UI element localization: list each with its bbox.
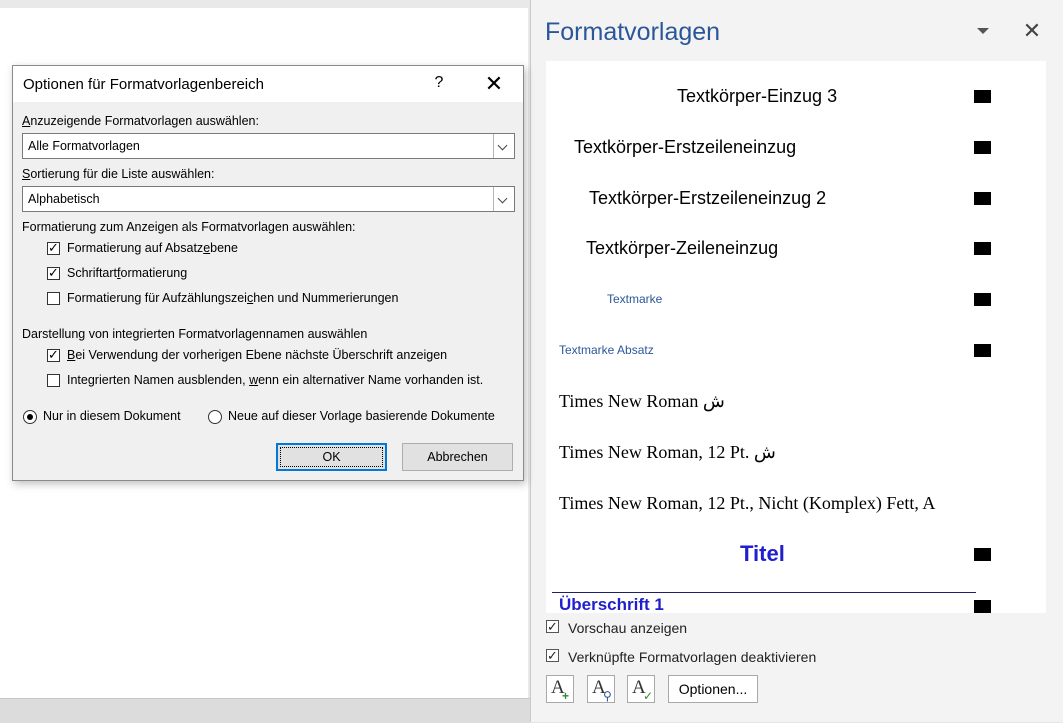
preview-label: Vorschau anzeigen xyxy=(568,620,688,636)
style-item-label: Textmarke Absatz xyxy=(559,343,654,357)
style-item[interactable]: Textkörper-Einzug 3 xyxy=(546,71,1046,121)
new-style-button[interactable]: A + xyxy=(546,675,574,703)
style-inspector-button[interactable]: A ⚲ xyxy=(587,675,615,703)
select-styles-value: Alle Formatvorlagen xyxy=(28,139,140,153)
options-button[interactable]: Optionen... xyxy=(668,675,758,703)
sort-label: Sortierung für die Liste auswählen: xyxy=(22,167,215,181)
paragraph-formatting-label: Formatierung auf Absatzebene xyxy=(67,241,238,255)
sort-dropdown[interactable]: Alphabetisch xyxy=(22,186,515,212)
style-item-label: Times New Roman, 12 Pt., Nicht (Komplex)… xyxy=(559,493,936,513)
style-item-label: Times New Roman, 12 Pt. ش xyxy=(559,442,776,462)
select-styles-dropdown[interactable]: Alle Formatvorlagen xyxy=(22,133,515,159)
style-item-label: Titel xyxy=(740,541,785,566)
status-bar xyxy=(0,698,530,723)
style-item[interactable]: Times New Roman, 12 Pt. ش xyxy=(546,427,1046,477)
style-pane-options-dialog: Optionen für Formatvorlagenbereich ? ✕ A… xyxy=(12,65,524,481)
manage-styles-button[interactable]: A ✓ xyxy=(627,675,655,703)
style-item[interactable]: Textmarke xyxy=(546,274,1046,324)
next-heading-label: Bei Verwendung der vorherigen Ebene näch… xyxy=(67,348,448,362)
chevron-down-icon[interactable] xyxy=(493,187,514,211)
style-item-label: Textmarke xyxy=(607,292,663,306)
checkbox-checked-icon[interactable] xyxy=(546,647,559,665)
close-icon[interactable]: ✕ xyxy=(481,71,507,97)
paragraph-style-icon xyxy=(974,600,991,613)
style-item[interactable]: Textkörper-Erstzeileneinzug xyxy=(546,122,1046,172)
dialog-title: Optionen für Formatvorlagenbereich xyxy=(23,76,264,93)
paragraph-style-icon xyxy=(974,293,991,306)
checkbox-unchecked-icon[interactable] xyxy=(47,292,60,305)
chevron-down-icon[interactable] xyxy=(493,134,514,158)
paragraph-style-icon xyxy=(974,242,991,255)
font-formatting-label: Schriftartformatierung xyxy=(67,266,188,280)
radio-this-document-label: Nur in diesem Dokument xyxy=(43,409,181,423)
radio-unselected-icon[interactable] xyxy=(208,410,222,424)
pane-title: Formatvorlagen xyxy=(545,18,721,46)
select-styles-label: Anzuzeigende Formatvorlagen auswählen: xyxy=(22,114,259,128)
builtin-names-label: Darstellung von integrierten Formatvorla… xyxy=(22,327,368,341)
checkbox-checked-icon[interactable] xyxy=(47,347,60,363)
hide-builtin-label: Integrierten Namen ausblenden, wenn ein … xyxy=(67,373,484,387)
style-item-label: Times New Roman ش xyxy=(559,391,725,411)
pane-options-chevron-down-icon[interactable] xyxy=(973,20,993,40)
help-icon[interactable]: ? xyxy=(431,74,447,92)
checkbox-checked-icon[interactable] xyxy=(47,240,60,256)
style-list[interactable]: Textkörper-Einzug 3 Textkörper-Erstzeile… xyxy=(546,61,1046,613)
style-item-label: Textkörper-Erstzeileneinzug 2 xyxy=(589,188,827,208)
dialog-titlebar[interactable]: Optionen für Formatvorlagenbereich ? ✕ xyxy=(13,66,523,102)
style-item-label: Textkörper-Erstzeileneinzug xyxy=(574,137,797,157)
paragraph-style-icon xyxy=(974,192,991,205)
style-item[interactable]: Times New Roman ش xyxy=(546,376,1046,426)
radio-template-documents-label: Neue auf dieser Vorlage basierende Dokum… xyxy=(228,409,495,423)
style-item[interactable]: Textmarke Absatz xyxy=(546,325,1046,375)
checkbox-unchecked-icon[interactable] xyxy=(47,374,60,387)
style-item-label: Textkörper-Zeileneinzug xyxy=(586,238,779,258)
cancel-button[interactable]: Abbrechen xyxy=(402,443,513,471)
paragraph-style-icon xyxy=(974,141,991,154)
bullets-formatting-label: Formatierung für Aufzählungszeichen und … xyxy=(67,291,399,305)
style-item[interactable]: Textkörper-Zeileneinzug xyxy=(546,223,1046,273)
style-item[interactable]: Times New Roman, 12 Pt., Nicht (Komplex)… xyxy=(546,478,1046,528)
pane-close-icon[interactable]: ✕ xyxy=(1021,20,1043,42)
ok-button[interactable]: OK xyxy=(276,443,387,471)
sort-value: Alphabetisch xyxy=(28,192,100,206)
styles-pane: Formatvorlagen ✕ Textkörper-Einzug 3 Tex… xyxy=(530,0,1063,722)
style-item[interactable]: Textkörper-Erstzeileneinzug 2 xyxy=(546,173,1046,223)
checkbox-checked-icon[interactable] xyxy=(47,265,60,281)
formatting-label: Formatierung zum Anzeigen als Formatvorl… xyxy=(22,220,356,234)
paragraph-style-icon xyxy=(974,344,991,357)
radio-selected-icon[interactable] xyxy=(23,410,37,424)
disable-linked-label: Verknüpfte Formatvorlagen deaktivieren xyxy=(568,649,817,665)
style-item-label: Überschrift 1 xyxy=(559,595,664,613)
checkbox-checked-icon[interactable] xyxy=(546,618,559,636)
paragraph-style-icon xyxy=(974,548,991,561)
paragraph-style-icon xyxy=(974,90,991,103)
style-item[interactable]: Überschrift 1 xyxy=(546,580,1046,613)
style-item-label: Textkörper-Einzug 3 xyxy=(677,86,838,106)
style-item[interactable]: Titel xyxy=(546,529,1046,579)
